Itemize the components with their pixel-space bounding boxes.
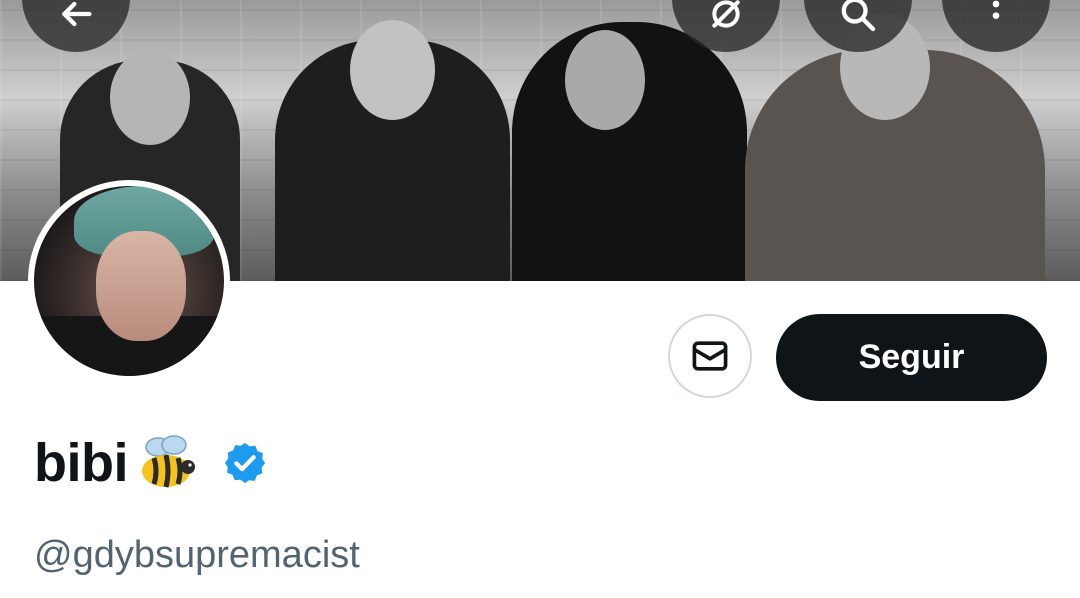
- avatar-image: [34, 186, 224, 376]
- mail-icon: [692, 341, 728, 371]
- profile-avatar[interactable]: [28, 180, 230, 382]
- bee-icon: [141, 435, 195, 488]
- display-name-text: bibi: [34, 433, 128, 493]
- back-arrow-icon: [62, 1, 92, 27]
- display-name: bibi: [34, 432, 268, 494]
- more-vertical-icon: [992, 0, 1000, 19]
- translate-icon: [712, 0, 740, 28]
- search-icon: [841, 0, 876, 32]
- banner-figure-head: [350, 20, 435, 120]
- message-button[interactable]: [668, 314, 752, 398]
- banner-figure-head: [565, 30, 645, 130]
- avatar-face: [96, 231, 186, 341]
- user-handle: @gdybsupremacist: [34, 534, 360, 576]
- banner-figure-head: [110, 50, 190, 145]
- follow-button[interactable]: Seguir: [776, 314, 1047, 401]
- verified-icon[interactable]: [222, 440, 268, 486]
